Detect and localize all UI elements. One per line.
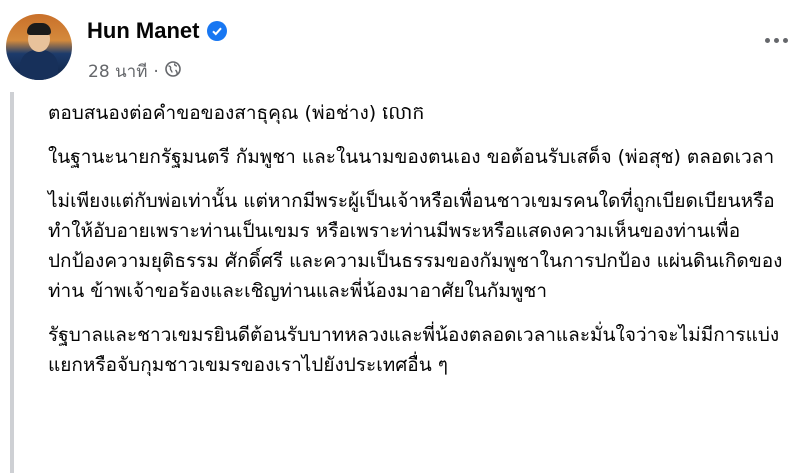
post-paragraph: ไม่เพียงแต่กับพ่อเท่านั้น แต่หากมีพระผู้…	[48, 190, 783, 302]
post-paragraph: ในฐานะนายกรัฐมนตรี กัมพูชา และในนามของตน…	[48, 146, 775, 168]
meta-separator: ·	[153, 61, 159, 82]
more-options-icon[interactable]	[765, 38, 788, 43]
dot	[783, 38, 788, 43]
author-name[interactable]: Hun Manet	[87, 18, 199, 44]
post-timestamp[interactable]: 28 นาที	[88, 58, 147, 85]
post-body: ตอบสนองต่อคำขอของสาธุคุณ (พ่อช่าง) លោក ใ…	[48, 98, 788, 394]
globe-icon[interactable]	[165, 61, 181, 82]
post-meta: 28 นาที ·	[88, 58, 181, 85]
dot	[765, 38, 770, 43]
author-row: Hun Manet	[87, 18, 228, 44]
post-paragraph: ตอบสนองต่อคำขอของสาธุคุณ (พ่อช่าง) លោក	[48, 102, 425, 124]
quote-bar	[10, 92, 14, 473]
verified-badge-icon	[207, 21, 228, 41]
avatar-suit	[20, 50, 58, 80]
post-paragraph: รัฐบาลและชาวเขมรยินดีต้อนรับบาทหลวงและพี…	[48, 324, 780, 376]
author-avatar[interactable]	[6, 14, 72, 80]
avatar-hair	[27, 23, 51, 35]
dot	[774, 38, 779, 43]
